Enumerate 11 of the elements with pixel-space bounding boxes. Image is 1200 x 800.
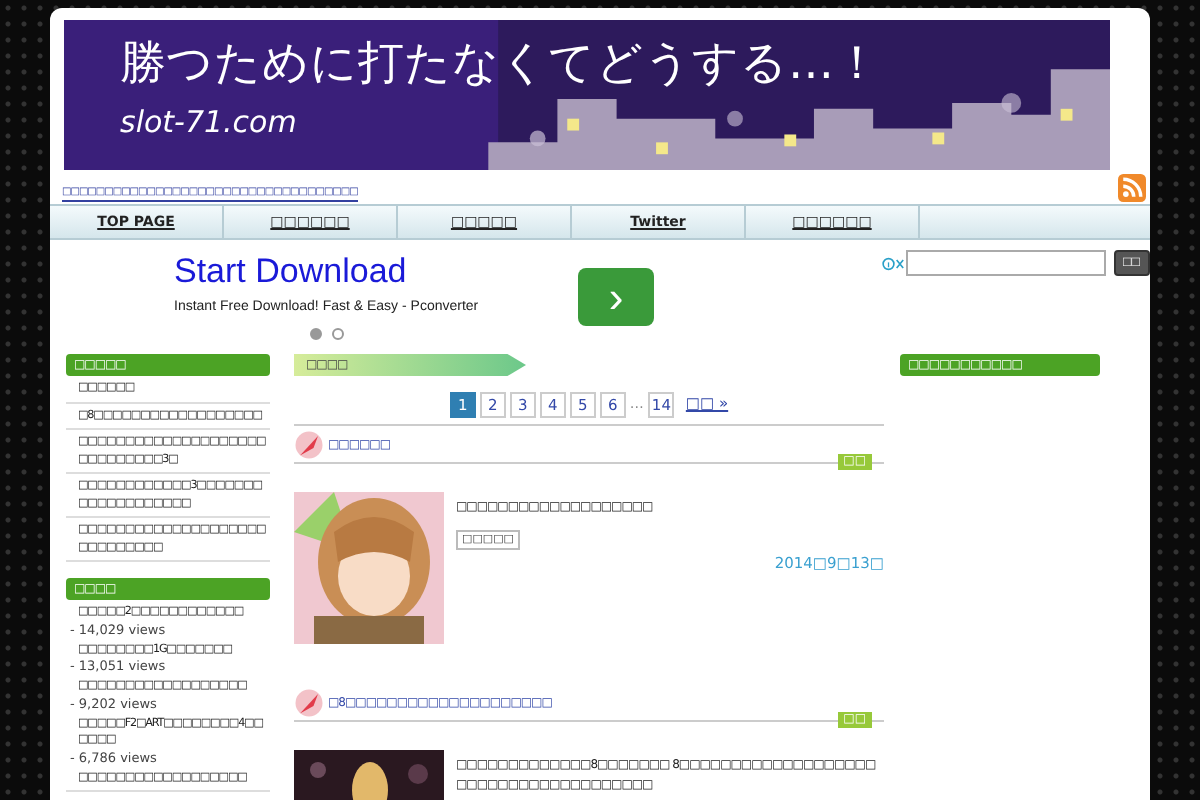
ad-arrow-button[interactable]: › — [578, 268, 654, 326]
site-title: 勝つために打たなくてどうする…！ — [120, 36, 882, 94]
carousel-dot[interactable] — [310, 328, 322, 340]
quill-icon — [294, 688, 324, 718]
site-url: slot-71.com — [120, 104, 299, 140]
search-field[interactable] — [905, 250, 1106, 276]
carousel-dot[interactable] — [332, 328, 344, 340]
quill-icon — [294, 430, 324, 460]
ad-info-icon[interactable] — [882, 256, 906, 272]
rss-icon[interactable] — [1118, 174, 1146, 202]
header-banner[interactable]: 勝つために打たなくてどうする…！ slot-71.com — [64, 20, 1110, 170]
